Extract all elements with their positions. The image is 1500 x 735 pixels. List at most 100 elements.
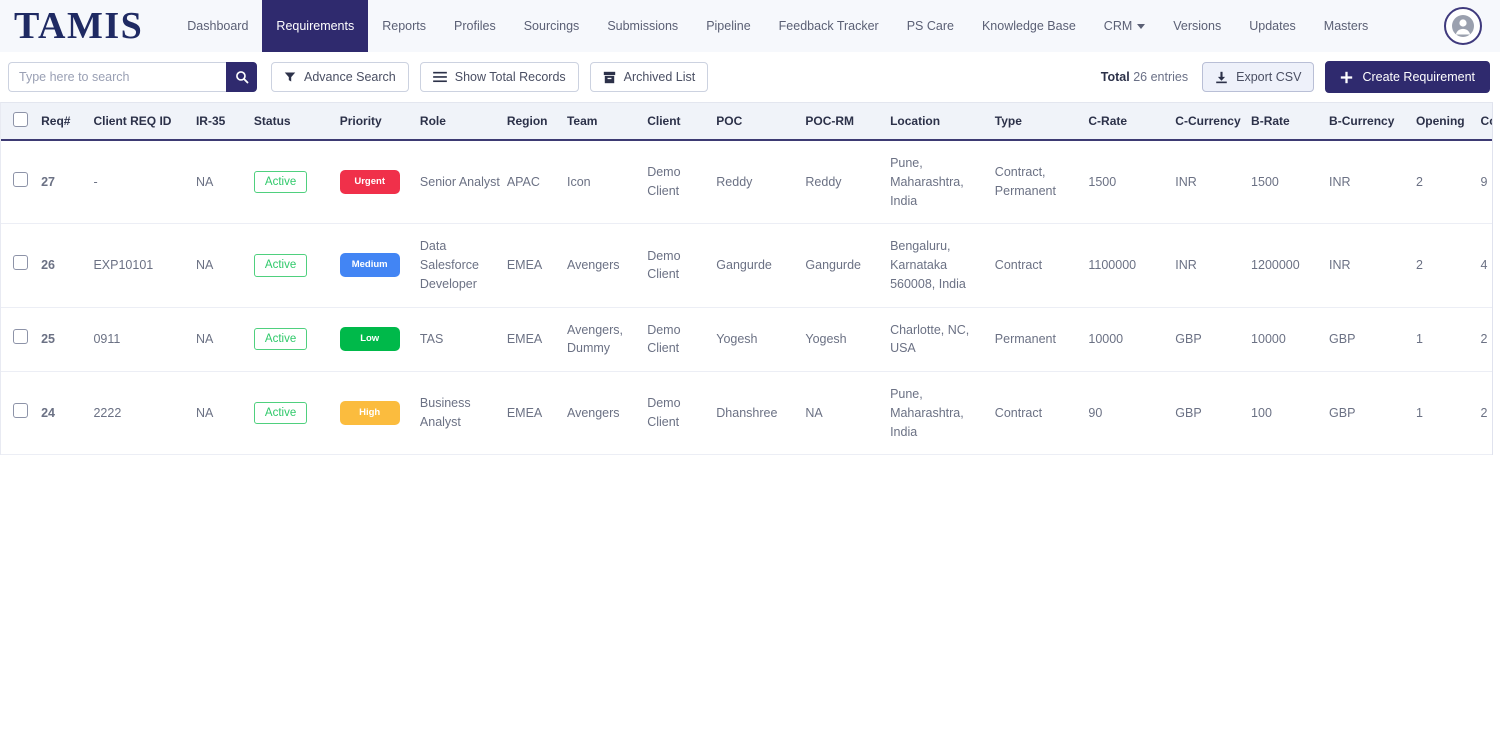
header-poc-rm[interactable]: POC-RM xyxy=(805,103,891,141)
nav-item-submissions[interactable]: Submissions xyxy=(593,0,692,52)
select-all-checkbox[interactable] xyxy=(13,112,28,127)
cell-client-req-id: EXP10101 xyxy=(93,223,196,308)
cell-select xyxy=(1,371,42,456)
header-role[interactable]: Role xyxy=(419,103,507,141)
nav-item-label: Sourcings xyxy=(523,19,580,33)
status-badge: Active xyxy=(253,170,308,194)
table-body: 27- NA Active Urgent Senior Analyst APAC Icon D… xyxy=(1,140,1492,456)
nav-item-ps-care[interactable]: PS Care xyxy=(893,0,968,52)
header-client-req-id[interactable]: Client REQ ID xyxy=(93,103,196,141)
nav-item-dashboard[interactable]: Dashboard xyxy=(173,0,262,52)
avatar[interactable] xyxy=(1444,7,1482,45)
archived-list-button[interactable]: Archived List xyxy=(589,62,709,92)
nav-item-knowledge-base[interactable]: Knowledge Base xyxy=(968,0,1090,52)
table-row[interactable]: 25 0911 NA Active Low TAS EMEA Avengers, Dummy D… xyxy=(1,307,1492,372)
table-head: Req# Client REQ ID IR-35 Status Priority… xyxy=(1,103,1492,141)
header-team[interactable]: Team xyxy=(566,103,648,141)
header-status[interactable]: Status xyxy=(253,103,340,141)
cell-client-req-id: 2222 xyxy=(93,371,196,456)
nav-item-sourcings[interactable]: Sourcings xyxy=(510,0,594,52)
cell-opening: 2 xyxy=(1415,223,1481,308)
cell-client: Demo Client xyxy=(647,223,717,308)
nav-item-reports[interactable]: Reports xyxy=(368,0,440,52)
priority-badge: Low xyxy=(339,327,400,352)
cell-select xyxy=(1,140,42,225)
cell-role: Business Analyst xyxy=(419,371,507,456)
plus-icon xyxy=(1341,71,1353,83)
app-logo[interactable]: TAMIS xyxy=(14,7,173,45)
cell-b-currency: INR xyxy=(1329,140,1416,225)
header-region[interactable]: Region xyxy=(506,103,567,141)
nav-item-requirements[interactable]: Requirements xyxy=(262,0,369,52)
search-button[interactable] xyxy=(226,62,257,92)
table-row[interactable]: 27- NA Active Urgent Senior Analyst APAC Icon D… xyxy=(1,140,1492,225)
nav-item-label: Profiles xyxy=(454,19,496,33)
nav-item-label: Knowledge Base xyxy=(981,19,1076,33)
cell-team: Icon xyxy=(566,140,648,225)
header-b-currency[interactable]: B-Currency xyxy=(1329,103,1416,141)
row-checkbox[interactable] xyxy=(13,328,28,344)
cell-priority: Low xyxy=(339,307,420,372)
cell-req-number[interactable]: 25 xyxy=(41,307,94,372)
cell-req-number[interactable]: 26 xyxy=(41,223,94,308)
header-client[interactable]: Client xyxy=(647,103,717,141)
nav-item-versions[interactable]: Versions xyxy=(1159,0,1235,52)
header-ir35[interactable]: IR-35 xyxy=(195,103,254,141)
cell-location: Pune, Maharashtra, India xyxy=(890,140,995,225)
cell-b-rate: 100 xyxy=(1251,371,1330,456)
nav-item-label: CRM xyxy=(1103,19,1133,33)
advance-search-button[interactable]: Advance Search xyxy=(271,62,409,92)
cell-opening: 2 xyxy=(1415,140,1481,225)
cell-status: Active xyxy=(253,371,340,456)
cell-status: Active xyxy=(253,307,340,372)
status-badge: Active xyxy=(253,328,308,351)
cell-poc-rm: Reddy xyxy=(805,140,891,225)
nav-item-crm[interactable]: CRM xyxy=(1090,0,1159,52)
header-type[interactable]: Type xyxy=(994,103,1089,141)
nav-item-updates[interactable]: Updates xyxy=(1235,0,1310,52)
cell-req-number[interactable]: 27 xyxy=(41,140,94,225)
cell-priority: Urgent xyxy=(339,140,420,225)
header-req[interactable]: Req# xyxy=(41,103,94,141)
cell-poc: Gangurde xyxy=(716,223,806,308)
row-checkbox[interactable] xyxy=(13,255,28,270)
show-total-records-button[interactable]: Show Total Records xyxy=(419,62,579,92)
list-lines-icon xyxy=(432,71,447,83)
cell-type: Permanent xyxy=(994,307,1089,372)
export-csv-button[interactable]: Export CSV xyxy=(1202,62,1315,92)
header-location[interactable]: Location xyxy=(890,103,995,141)
header-c-currency[interactable]: C-Currency xyxy=(1175,103,1252,141)
header-poc[interactable]: POC xyxy=(716,103,806,141)
table-row[interactable]: 26 EXP10101 NA Active Medium Data Salesforce … xyxy=(1,223,1492,308)
row-checkbox[interactable] xyxy=(13,402,28,418)
cell-ir35: NA xyxy=(195,140,254,225)
select-all-header xyxy=(1,103,42,141)
cell-req-number[interactable]: 24 xyxy=(41,371,94,456)
create-requirement-button[interactable]: Create Requirement xyxy=(1325,61,1490,93)
total-label: Total xyxy=(1100,70,1130,84)
row-checkbox[interactable] xyxy=(13,171,28,187)
header-b-rate[interactable]: B-Rate xyxy=(1251,103,1330,141)
nav-item-profiles[interactable]: Profiles xyxy=(440,0,510,52)
cell-count: 2 xyxy=(1480,371,1492,456)
cell-b-rate: 1200000 xyxy=(1251,223,1330,308)
cell-count: 2 xyxy=(1480,307,1492,372)
header-opening[interactable]: Opening xyxy=(1415,103,1481,141)
nav-item-pipeline[interactable]: Pipeline xyxy=(692,0,764,52)
cell-c-currency: INR xyxy=(1175,140,1252,225)
header-count[interactable]: Count xyxy=(1480,103,1492,141)
header-c-rate[interactable]: C-Rate xyxy=(1088,103,1176,141)
header-priority[interactable]: Priority xyxy=(339,103,420,141)
table-row[interactable]: 24 2222 NA Active High Business Analyst EMEA Av… xyxy=(1,371,1492,456)
nav-item-feedback-tracker[interactable]: Feedback Tracker xyxy=(765,0,893,52)
cell-status: Active xyxy=(253,140,340,225)
main-nav: Dashboard Requirements Reports Profiles Sour… xyxy=(173,0,1382,52)
cell-client: Demo Client xyxy=(647,307,717,372)
top-navbar: TAMIS Dashboard Requirements Reports Profil… xyxy=(0,0,1500,52)
search-input[interactable] xyxy=(8,62,226,92)
nav-item-masters[interactable]: Masters xyxy=(1310,0,1382,52)
nav-item-label: Submissions xyxy=(607,19,679,33)
show-total-records-label: Show Total Records xyxy=(454,70,566,84)
toolbar-right-group: Total 26 entries Export CSV Create Requi… xyxy=(1101,61,1490,93)
cell-b-rate: 1500 xyxy=(1251,140,1330,225)
